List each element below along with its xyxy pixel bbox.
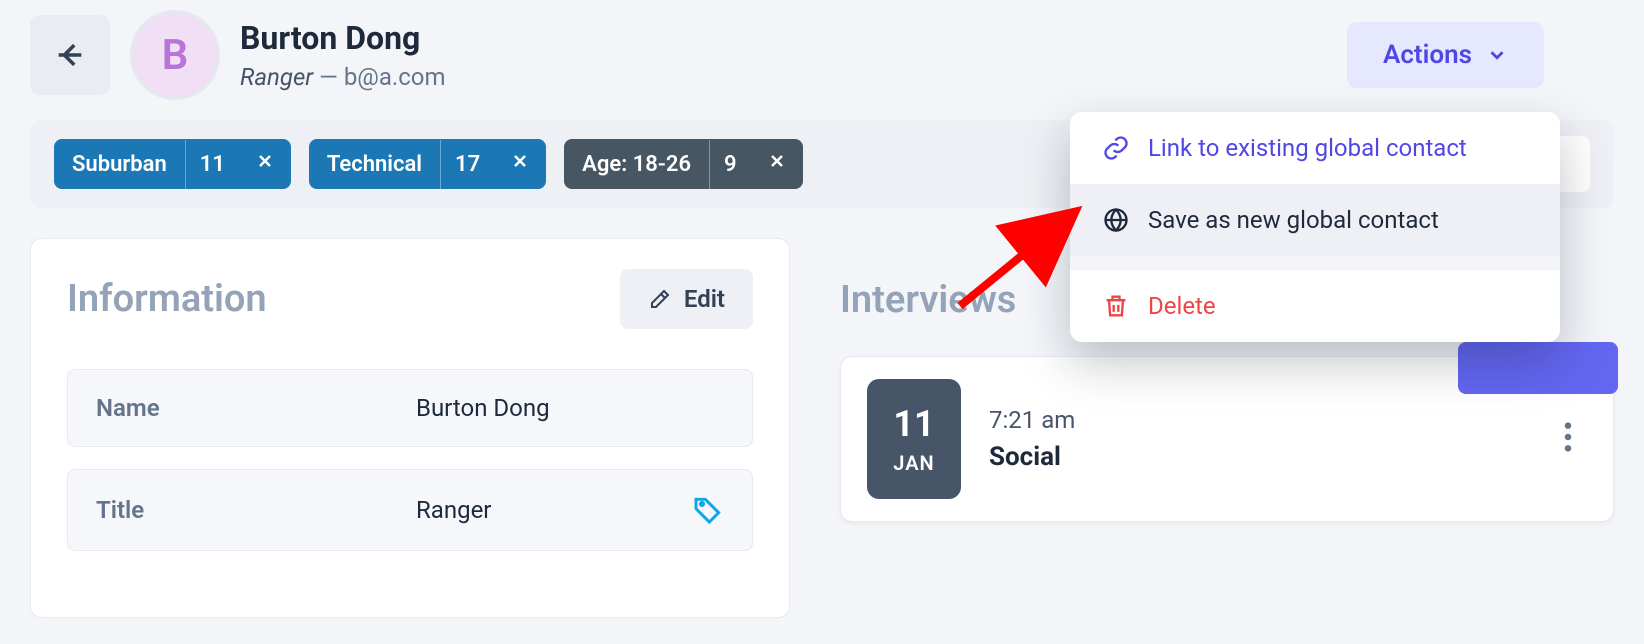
- tag-label: Age: 18-26: [564, 140, 709, 189]
- chevron-down-icon: [1486, 44, 1508, 66]
- close-icon: [255, 151, 275, 171]
- globe-icon: [1102, 206, 1130, 234]
- tag-count: 11: [185, 140, 239, 189]
- interview-type: Social: [989, 442, 1521, 472]
- tag-suburban[interactable]: Suburban 11: [54, 139, 291, 189]
- tag-technical[interactable]: Technical 17: [309, 139, 546, 189]
- tag-age[interactable]: Age: 18-26 9: [564, 139, 802, 189]
- arrow-left-icon: [53, 38, 87, 72]
- edit-icon: [648, 287, 672, 311]
- back-button[interactable]: [30, 15, 110, 95]
- info-value: Burton Dong: [416, 394, 724, 422]
- actions-menu: Link to existing global contact Save as …: [1070, 112, 1560, 342]
- avatar: B: [130, 10, 220, 100]
- close-icon: [767, 151, 787, 171]
- info-key: Name: [96, 394, 416, 422]
- primary-button-partial[interactable]: [1458, 342, 1618, 394]
- avatar-initial: B: [162, 31, 189, 80]
- contact-name: Burton Dong: [240, 19, 446, 57]
- menu-label: Link to existing global contact: [1148, 134, 1467, 162]
- tag-remove[interactable]: [751, 139, 803, 189]
- page-header: B Burton Dong Ranger — b@a.com Actions: [0, 0, 1644, 110]
- info-trailing: [692, 494, 724, 526]
- info-value: Ranger: [416, 496, 692, 524]
- subline-separator: —: [313, 63, 344, 91]
- edit-label: Edit: [684, 285, 725, 313]
- close-icon: [510, 151, 530, 171]
- more-vertical-icon: [1563, 420, 1573, 454]
- contact-email: b@a.com: [344, 63, 446, 91]
- date-badge: 11 JAN: [867, 379, 961, 499]
- tag-remove[interactable]: [239, 139, 291, 189]
- tag-label: Technical: [309, 140, 440, 189]
- contact-title: Ranger: [240, 63, 313, 91]
- menu-label: Delete: [1148, 292, 1216, 320]
- information-card: Information Edit Name Burton Dong Title …: [30, 238, 790, 618]
- info-row-name: Name Burton Dong: [67, 369, 753, 447]
- tag-count: 17: [440, 140, 494, 189]
- link-icon: [1102, 134, 1130, 162]
- menu-save-contact[interactable]: Save as new global contact: [1070, 184, 1560, 256]
- interview-time: 7:21 am: [989, 406, 1521, 434]
- date-month: JAN: [893, 451, 934, 475]
- info-key: Title: [96, 496, 416, 524]
- info-row-title: Title Ranger: [67, 469, 753, 551]
- actions-label: Actions: [1383, 40, 1472, 70]
- edit-button[interactable]: Edit: [620, 269, 753, 329]
- tag-icon: [692, 494, 724, 526]
- contact-subline: Ranger — b@a.com: [240, 63, 446, 91]
- tag-count: 9: [709, 140, 751, 189]
- tag-label: Suburban: [54, 140, 185, 189]
- trash-icon: [1102, 292, 1130, 320]
- menu-label: Save as new global contact: [1148, 206, 1439, 234]
- menu-link-contact[interactable]: Link to existing global contact: [1070, 112, 1560, 184]
- interview-more-button[interactable]: [1549, 420, 1587, 458]
- menu-separator: [1070, 256, 1560, 270]
- information-title: Information: [67, 277, 267, 321]
- menu-delete[interactable]: Delete: [1070, 270, 1560, 342]
- date-day: 11: [893, 403, 934, 445]
- actions-button[interactable]: Actions: [1347, 22, 1544, 88]
- tag-remove[interactable]: [494, 139, 546, 189]
